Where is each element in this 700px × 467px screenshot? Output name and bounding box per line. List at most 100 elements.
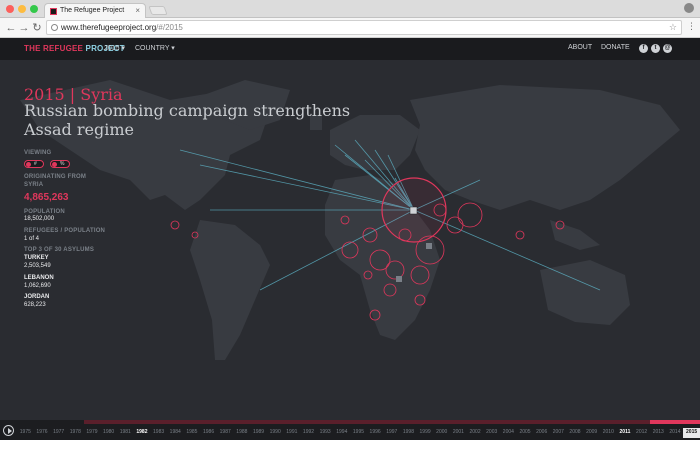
timeline-year-2006[interactable]: 2006 xyxy=(533,428,550,438)
email-icon[interactable]: @ xyxy=(663,44,672,53)
asylum-country: TURKEY xyxy=(24,255,49,261)
url-domain: www.therefugeeproject.org xyxy=(61,23,157,32)
asylum-country: JORDAN xyxy=(24,294,50,300)
timeline-year-1975[interactable]: 1975 xyxy=(17,428,34,438)
timeline-year-1990[interactable]: 1990 xyxy=(267,428,284,438)
profile-icon[interactable] xyxy=(684,3,694,13)
view-count-toggle[interactable]: # xyxy=(24,160,44,168)
browser-tab[interactable]: The Refugee Project × xyxy=(44,3,146,18)
timeline-year-2012[interactable]: 2012 xyxy=(633,428,650,438)
timeline-year-1988[interactable]: 1988 xyxy=(234,428,251,438)
asylum-count: 628,223 xyxy=(24,302,46,308)
timeline-year-1977[interactable]: 1977 xyxy=(50,428,67,438)
asylums-label: TOP 3 OF 30 ASYLUMS xyxy=(24,247,95,253)
originating-label: ORIGINATING FROM xyxy=(24,174,87,180)
timeline-year-2010[interactable]: 2010 xyxy=(600,428,617,438)
address-bar[interactable]: www.therefugeeproject.org/#/2015 ☆ xyxy=(46,20,682,35)
timeline-year-2002[interactable]: 2002 xyxy=(467,428,484,438)
asylum-country: LEBANON xyxy=(24,275,54,281)
facebook-icon[interactable]: f xyxy=(639,44,648,53)
timeline: 1975 1976 1977 1978 1979 1980 1981 1982 1983 1984… xyxy=(0,420,700,440)
timeline-year-1999[interactable]: 1999 xyxy=(417,428,434,438)
browser-menu-icon[interactable]: ⋮ xyxy=(687,21,696,32)
asylum-count: 2,503,549 xyxy=(24,263,51,269)
timeline-year-1995[interactable]: 1995 xyxy=(350,428,367,438)
bookmark-star-icon[interactable]: ☆ xyxy=(669,21,677,34)
play-button[interactable] xyxy=(3,425,14,436)
viewing-label: VIEWING xyxy=(24,150,52,156)
timeline-year-1976[interactable]: 1976 xyxy=(34,428,51,438)
year-dropdown[interactable]: 2015 ▾ xyxy=(104,44,125,52)
timeline-year-2014[interactable]: 2014 xyxy=(667,428,684,438)
timeline-year-1985[interactable]: 1985 xyxy=(184,428,201,438)
population-value: 18,502,000 xyxy=(24,216,55,222)
timeline-year-1991[interactable]: 1991 xyxy=(284,428,301,438)
timeline-year-2013[interactable]: 2013 xyxy=(650,428,667,438)
tab-title: The Refugee Project xyxy=(60,7,125,14)
maximize-window-button[interactable] xyxy=(30,5,38,13)
back-arrow-icon[interactable]: ← xyxy=(4,20,18,36)
about-link[interactable]: ABOUT xyxy=(568,44,592,51)
timeline-year-1987[interactable]: 1987 xyxy=(217,428,234,438)
timeline-year-2015[interactable]: 2015 xyxy=(683,428,700,438)
view-percent-toggle[interactable]: % xyxy=(50,160,70,168)
timeline-year-1996[interactable]: 1996 xyxy=(367,428,384,438)
browser-toolbar: ← → ↻ www.therefugeeproject.org/#/2015 ☆… xyxy=(0,18,700,38)
indonesia-shape xyxy=(550,220,600,250)
asylum-circle xyxy=(457,202,483,228)
event-headline: Russian bombing campaign strengthens Ass… xyxy=(24,101,351,139)
south-america-shape xyxy=(190,220,270,360)
url-path: /#/2015 xyxy=(156,23,183,32)
refugee-count: 4,865,263 xyxy=(24,192,69,203)
person-icon xyxy=(26,162,31,167)
marker-icon xyxy=(426,243,432,249)
timeline-year-1984[interactable]: 1984 xyxy=(167,428,184,438)
timeline-year-2000[interactable]: 2000 xyxy=(433,428,450,438)
forward-arrow-icon[interactable]: → xyxy=(17,20,31,36)
timeline-year-1979[interactable]: 1979 xyxy=(84,428,101,438)
twitter-icon[interactable]: t xyxy=(651,44,660,53)
browser-tab-bar: The Refugee Project × xyxy=(0,0,700,18)
timeline-year-2008[interactable]: 2008 xyxy=(567,428,584,438)
timeline-year-1981[interactable]: 1981 xyxy=(117,428,134,438)
timeline-year-1993[interactable]: 1993 xyxy=(317,428,334,438)
timeline-year-2011[interactable]: 2011 xyxy=(617,428,634,438)
minimize-window-button[interactable] xyxy=(18,5,26,13)
info-icon[interactable] xyxy=(51,24,58,31)
timeline-year-2003[interactable]: 2003 xyxy=(483,428,500,438)
timeline-year-1983[interactable]: 1983 xyxy=(150,428,167,438)
favicon-icon xyxy=(50,8,57,15)
timeline-year-1982[interactable]: 1982 xyxy=(134,428,151,438)
close-tab-icon[interactable]: × xyxy=(135,4,140,18)
timeline-year-1997[interactable]: 1997 xyxy=(383,428,400,438)
asylum-circle xyxy=(515,230,525,240)
timeline-year-1978[interactable]: 1978 xyxy=(67,428,84,438)
timeline-year-1989[interactable]: 1989 xyxy=(250,428,267,438)
new-tab-button[interactable] xyxy=(148,6,168,15)
ratio-value: 1 of 4 xyxy=(24,236,40,242)
timeline-year-1986[interactable]: 1986 xyxy=(200,428,217,438)
reload-icon[interactable]: ↻ xyxy=(30,20,44,36)
timeline-year-1998[interactable]: 1998 xyxy=(400,428,417,438)
timeline-years: 1975 1976 1977 1978 1979 1980 1981 1982 1983 1984… xyxy=(17,428,700,438)
origin-marker-icon xyxy=(409,206,418,215)
timeline-year-2001[interactable]: 2001 xyxy=(450,428,467,438)
person-icon xyxy=(52,162,57,167)
marker-icon xyxy=(396,276,402,282)
donate-link[interactable]: DONATE xyxy=(601,44,630,51)
population-label: POPULATION xyxy=(24,209,65,215)
timeline-year-2007[interactable]: 2007 xyxy=(550,428,567,438)
timeline-year-2009[interactable]: 2009 xyxy=(583,428,600,438)
asia-shape xyxy=(410,85,680,210)
timeline-progress-highlight xyxy=(650,420,700,424)
timeline-year-2004[interactable]: 2004 xyxy=(500,428,517,438)
timeline-year-2005[interactable]: 2005 xyxy=(517,428,534,438)
asylum-circle xyxy=(170,220,180,230)
close-window-button[interactable] xyxy=(6,5,14,13)
timeline-year-1994[interactable]: 1994 xyxy=(333,428,350,438)
timeline-year-1980[interactable]: 1980 xyxy=(100,428,117,438)
country-dropdown[interactable]: COUNTRY ▾ xyxy=(135,44,175,52)
page-bottom-strip xyxy=(0,440,700,467)
timeline-year-1992[interactable]: 1992 xyxy=(300,428,317,438)
site-header: THE REFUGEE PROJECT 2015 ▾ COUNTRY ▾ ABO… xyxy=(0,38,700,60)
